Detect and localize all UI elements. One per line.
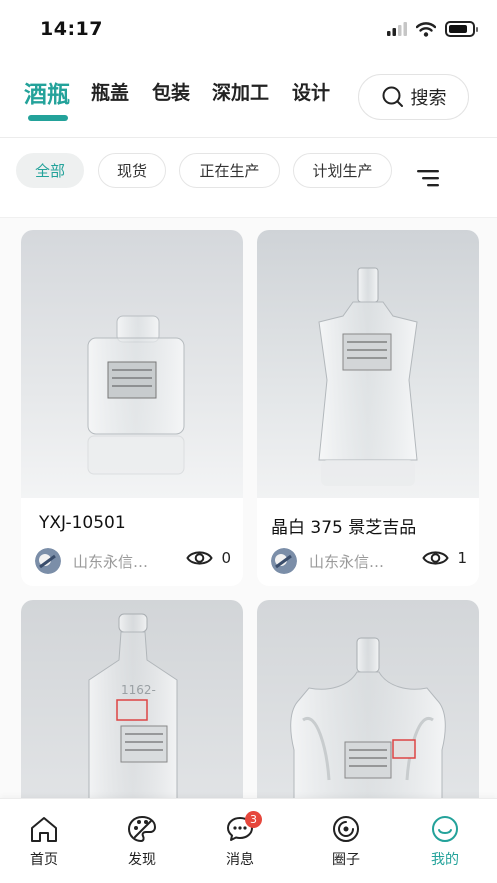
filter-chip-all[interactable]: 全部 [16,153,84,188]
tab-deep-processing[interactable]: 深加工 [212,78,269,105]
search-icon [382,86,403,107]
product-image: 1162- [21,600,243,798]
wifi-icon [416,21,436,37]
filter-bar: 全部 现货 正在生产 计划生产 [0,138,497,218]
avatar [35,548,61,574]
author-name: 山东永信… [309,553,385,571]
view-count: 1 [422,549,467,567]
nav-label: 我的 [431,852,459,868]
view-count-value: 0 [221,549,231,567]
product-card[interactable]: 1162- [21,600,243,798]
nav-item-discover[interactable]: 发现 [107,815,177,869]
filter-chip-in-stock[interactable]: 现货 [98,153,166,188]
tab-packaging[interactable]: 包装 [152,78,190,105]
nav-item-messages[interactable]: 3 消息 [205,811,275,869]
search-button[interactable]: 搜索 [358,74,469,120]
product-image [21,230,243,498]
nav-label: 消息 [226,852,254,868]
nav-label: 发现 [128,852,156,868]
nav-item-home[interactable]: 首页 [9,815,79,869]
category-tabs: 酒瓶 瓶盖 包装 深加工 设计 搜索 [0,62,497,138]
eye-icon [422,551,450,565]
product-card[interactable]: YXJ-10501 山东永信… 0 [21,230,243,586]
active-tab-indicator [28,115,68,121]
author-name: 山东永信… [73,553,149,571]
product-title: YXJ-10501 [39,513,126,533]
bottom-nav: 首页 发现 3 消息 圈子 我的 [0,798,497,883]
battery-icon [445,21,478,37]
circle-swirl-icon [333,816,359,842]
nav-item-me[interactable]: 我的 [410,815,480,869]
product-card[interactable]: 晶白 375 景芝吉品 山东永信… 1 [257,230,479,586]
filter-chip-planned-production[interactable]: 计划生产 [293,153,392,188]
palette-icon [127,815,157,843]
svg-text:1162-: 1162- [121,683,156,697]
nav-label: 圈子 [332,852,360,868]
home-icon [31,817,57,842]
nav-item-circles[interactable]: 圈子 [311,815,381,869]
status-bar: 14:17 [0,0,497,60]
product-image [257,230,479,498]
status-time: 14:17 [40,18,103,40]
view-count: 0 [186,549,231,567]
tab-caps[interactable]: 瓶盖 [91,78,129,105]
filter-lines-icon[interactable] [417,169,443,189]
search-label: 搜索 [410,88,447,109]
tab-design[interactable]: 设计 [292,78,330,105]
unread-badge: 3 [245,811,262,828]
product-grid: YXJ-10501 山东永信… 0 晶白 375 景芝吉品 山东永信… 1 11… [0,218,497,798]
product-image [257,600,479,798]
smiley-icon [432,816,458,842]
tab-bottles[interactable]: 酒瓶 [24,75,70,109]
product-meta: 山东永信… 0 [35,548,231,574]
view-count-value: 1 [457,549,467,567]
eye-icon [186,551,214,565]
nav-label: 首页 [30,852,58,868]
status-icons [387,21,478,37]
cellular-signal-icon [387,22,407,36]
product-meta: 山东永信… 1 [271,548,467,574]
filter-chip-in-production[interactable]: 正在生产 [179,153,280,188]
avatar [271,548,297,574]
product-card[interactable] [257,600,479,798]
product-title: 晶白 375 景芝吉品 [271,518,417,538]
